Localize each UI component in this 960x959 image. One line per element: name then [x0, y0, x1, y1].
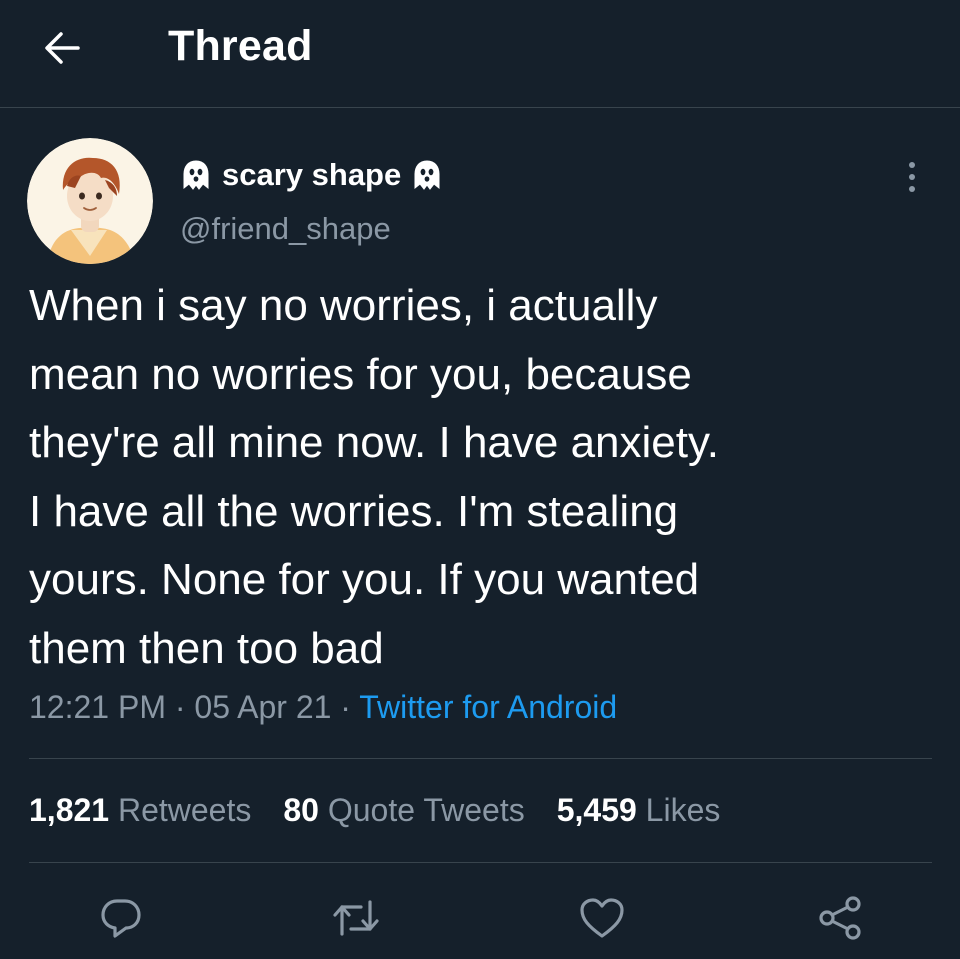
- more-options-button[interactable]: [890, 152, 934, 202]
- share-icon: [819, 896, 861, 940]
- ghost-icon: [414, 160, 440, 190]
- tweet-time: 12:21 PM: [29, 689, 166, 725]
- avatar-illustration: [27, 138, 153, 264]
- more-dots-icon: [909, 162, 915, 168]
- likes-label: Likes: [645, 792, 721, 828]
- share-button[interactable]: [810, 888, 870, 948]
- more-dots-icon-dot: [909, 186, 915, 192]
- tweet-text: When i say no worries, i actually mean n…: [29, 281, 719, 673]
- meta-separator: ·: [340, 689, 351, 725]
- header-bar: Thread: [0, 0, 960, 108]
- quote-tweets-count: 80: [283, 792, 319, 828]
- quote-tweets-stat[interactable]: 80 Quote Tweets: [283, 786, 524, 834]
- retweet-button[interactable]: [326, 888, 386, 948]
- like-button[interactable]: [572, 888, 632, 948]
- more-dots-icon-dot: [909, 174, 915, 180]
- retweets-label: Retweets: [117, 792, 252, 828]
- divider: [29, 862, 932, 863]
- likes-count: 5,459: [556, 792, 637, 828]
- reply-icon: [101, 899, 141, 938]
- author-display-name: scary shape: [222, 157, 402, 192]
- meta-separator: ·: [174, 689, 186, 725]
- retweets-count: 1,821: [29, 792, 110, 828]
- tweet-meta: 12:21 PM · 05 Apr 21 · Twitter for Andro…: [29, 684, 617, 730]
- action-bar: [0, 888, 960, 948]
- back-button[interactable]: [36, 22, 88, 74]
- author-handle[interactable]: @friend_shape: [180, 207, 391, 251]
- author-name-row[interactable]: scary shape: [180, 152, 443, 198]
- divider: [29, 758, 932, 759]
- tweet-stats: 1,821 Retweets 80 Quote Tweets 5,459 Lik…: [29, 786, 720, 834]
- ghost-icon: [183, 160, 209, 190]
- heart-icon: [580, 898, 624, 938]
- likes-stat[interactable]: 5,459 Likes: [557, 786, 721, 834]
- quote-tweets-label: Quote Tweets: [327, 792, 525, 828]
- page-title: Thread: [168, 22, 313, 70]
- tweet-source-link[interactable]: Twitter for Android: [359, 689, 617, 725]
- arrow-left-icon: [45, 32, 80, 64]
- tweet-date: 05 Apr 21: [194, 689, 332, 725]
- retweet-icon: [333, 900, 379, 936]
- avatar[interactable]: [27, 138, 153, 264]
- retweets-stat[interactable]: 1,821 Retweets: [29, 786, 251, 834]
- reply-button[interactable]: [91, 888, 151, 948]
